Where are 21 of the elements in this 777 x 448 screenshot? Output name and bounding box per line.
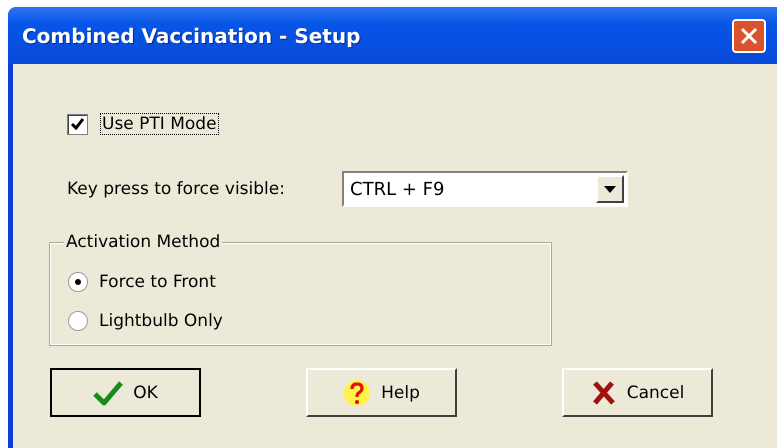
dropdown-value: CTRL + F9 xyxy=(350,178,444,200)
close-icon xyxy=(739,26,759,46)
pti-mode-checkbox[interactable] xyxy=(67,114,88,134)
checkbox-label[interactable]: Use PTI Mode xyxy=(100,113,219,135)
radio-button[interactable] xyxy=(68,272,88,292)
cancel-button[interactable]: Cancel xyxy=(562,368,713,417)
radio-label[interactable]: Force to Front xyxy=(99,272,216,292)
close-button[interactable] xyxy=(732,18,766,52)
help-button[interactable]: Help xyxy=(306,368,457,417)
cross-icon xyxy=(590,380,617,406)
check-icon xyxy=(71,118,84,130)
ok-button[interactable]: OK xyxy=(50,368,201,417)
caret-icon xyxy=(604,186,616,192)
key-press-dropdown[interactable]: CTRL + F9 xyxy=(342,171,628,207)
radio-label[interactable]: Lightbulb Only xyxy=(99,310,223,330)
help-icon xyxy=(343,378,372,406)
radio-button[interactable] xyxy=(68,310,88,330)
field-label: Key press to force visible: xyxy=(67,179,286,199)
window-title: Combined Vaccination - Setup xyxy=(22,24,360,48)
dropdown-button[interactable] xyxy=(596,175,624,203)
checkmark-icon xyxy=(93,380,124,406)
